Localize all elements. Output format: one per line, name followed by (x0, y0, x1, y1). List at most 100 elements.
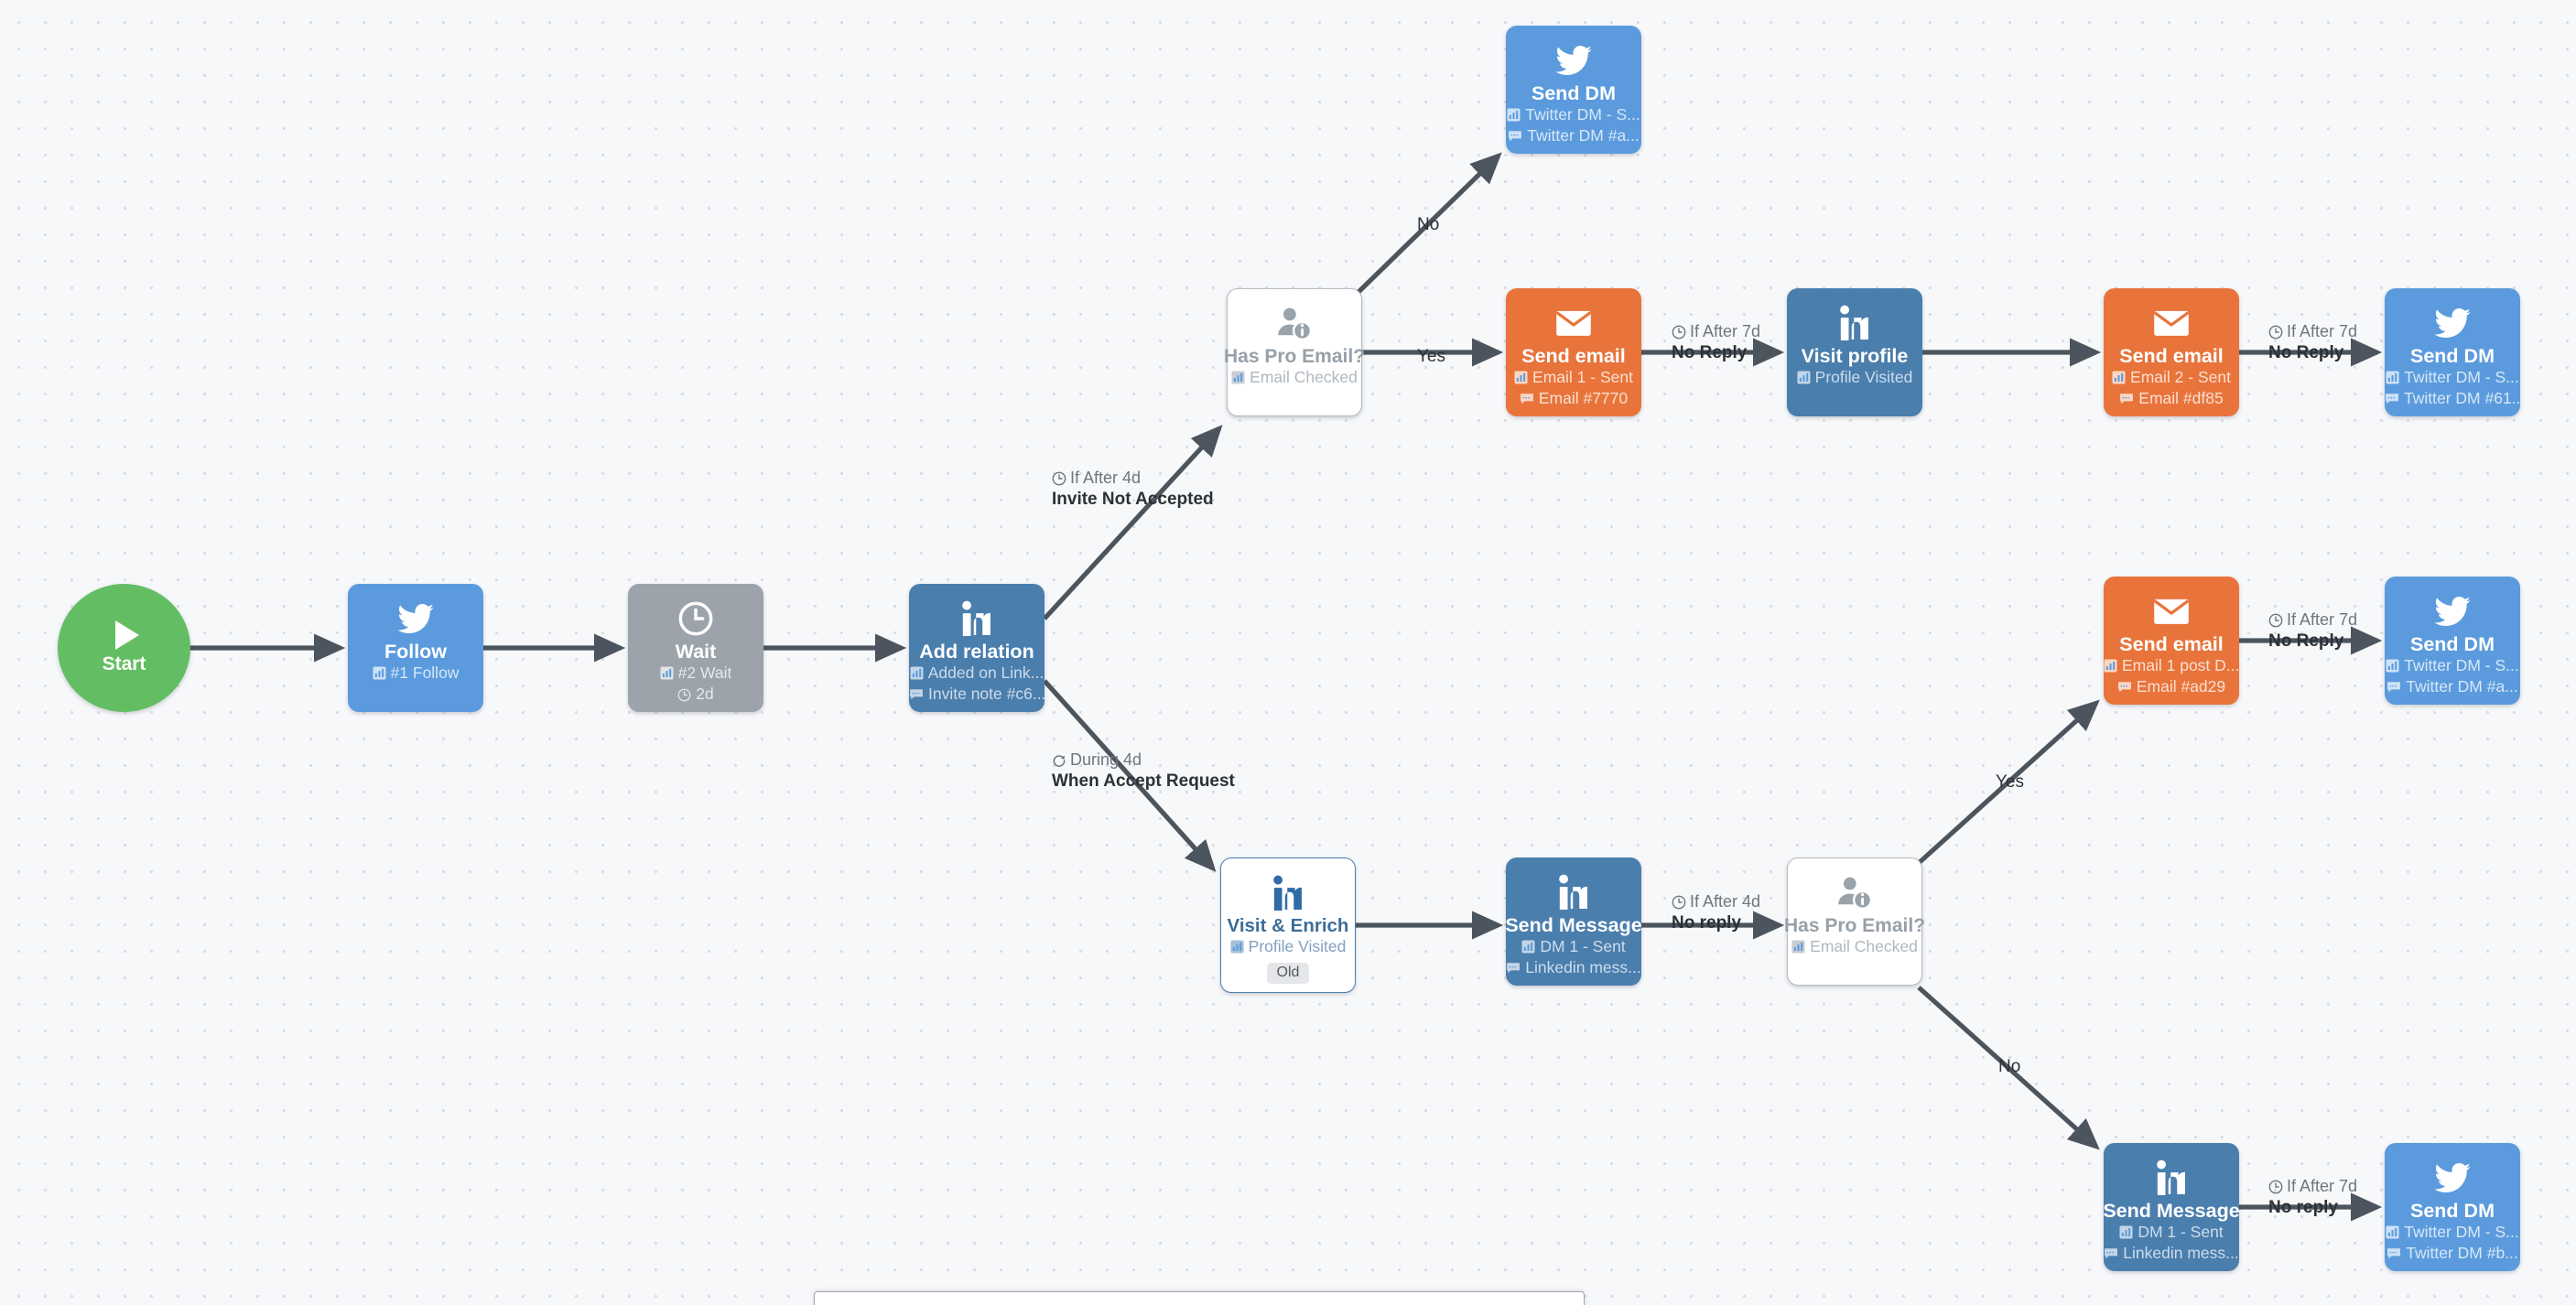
node-subline-text: Email #ad29 (2136, 677, 2226, 696)
stats-icon (1521, 940, 1535, 954)
node-wait[interactable]: Wait #2 Wait 2d (628, 584, 763, 712)
node-subline: Email 2 - Sent (2112, 367, 2231, 389)
node-subline-text: Email Checked (1250, 368, 1358, 387)
node-send-email-1[interactable]: Send email Email 1 - Sent Email #7770 (1506, 288, 1641, 416)
node-subline: Twitter DM #61... (2385, 388, 2520, 410)
play-icon (114, 620, 139, 650)
node-subline-text: Linkedin mess... (2123, 1244, 2239, 1263)
node-subline-text: Twitter DM - S... (2404, 1222, 2519, 1241)
edge-condition: If After 7d (2268, 610, 2357, 631)
stats-icon (1791, 940, 1805, 954)
node-subline-text: Twitter DM #a... (1527, 126, 1640, 146)
node-subline-text: Email 1 - Sent (1532, 367, 1633, 386)
edge-condition: If After 7d (1672, 322, 1760, 342)
node-subline-text: Linkedin mess... (1525, 958, 1641, 977)
node-subline: Twitter DM - S... (2386, 655, 2519, 677)
bottom-toolbar-panel[interactable] (814, 1291, 1585, 1305)
node-subline-text: Twitter DM - S... (2404, 655, 2519, 674)
edge-label-invite-not-accepted: If After 4d Invite Not Accepted (1052, 469, 1214, 510)
edge-label-text: When Accept Request (1052, 771, 1235, 791)
node-subline: Twitter DM - S... (2386, 1222, 2519, 1244)
edge-condition: If After 4d (1052, 469, 1214, 489)
node-subline-text: Twitter DM #61... (2404, 389, 2520, 408)
node-subline: 2d (677, 684, 714, 706)
node-subline-text: Invite note #c6... (928, 685, 1044, 704)
node-title: Send email (2119, 345, 2224, 367)
node-has-pro-email-top[interactable]: Has Pro Email? Email Checked (1223, 288, 1366, 416)
edge-label-no-reply-1: If After 7d No Reply (1672, 322, 1760, 363)
node-subline-text: Added on Link... (927, 663, 1044, 682)
stats-icon (1231, 371, 1245, 384)
node-subline-text: Twitter DM #a... (2406, 677, 2518, 696)
edge-label-no-reply-2: If After 7d No Reply (2268, 322, 2357, 363)
node-subline-text: Twitter DM #b... (2406, 1244, 2518, 1263)
node-send-dm-right-top[interactable]: Send DM Twitter DM - S... Twitter DM #61..… (2385, 288, 2520, 416)
node-title: Send DM (2410, 345, 2495, 367)
linkedin-icon (961, 598, 992, 640)
node-has-pro-email-bottom[interactable]: Has Pro Email? Email Checked (1783, 857, 1926, 986)
node-follow[interactable]: Follow #1 Follow (348, 584, 483, 712)
node-send-dm-right-bottom[interactable]: Send DM Twitter DM - S... Twitter DM #b... (2385, 1143, 2520, 1271)
node-send-email-3[interactable]: Send email Email 1 post D... Email #ad29 (2104, 577, 2239, 705)
message-icon (2387, 1247, 2401, 1260)
edge-addrelation-hasproemail-top (1043, 425, 1223, 620)
node-visit-enrich[interactable]: Visit & Enrich Profile Visited Old (1220, 857, 1356, 993)
edge-label-text: No Reply (2268, 342, 2344, 362)
node-badge: Old (1266, 963, 1310, 985)
node-send-message-mid[interactable]: Send Message DM 1 - Sent Linkedin mess... (1505, 857, 1642, 986)
clock-icon (2268, 613, 2283, 628)
edge-label-cond-no-top: No (1417, 214, 1439, 235)
person-info-icon (1276, 303, 1313, 345)
twitter-icon (2434, 302, 2471, 344)
start-node[interactable]: Start (58, 584, 190, 712)
clock-icon (1672, 325, 1686, 340)
node-subline: Twitter DM #a... (2387, 676, 2518, 698)
edge-condition: During 4d (1052, 750, 1235, 771)
twitter-icon (1555, 39, 1592, 81)
node-subline: Profile Visited (1230, 936, 1346, 958)
clock-icon (1052, 471, 1066, 486)
node-subline-text: Twitter DM - S... (1525, 104, 1640, 124)
node-subline: DM 1 - Sent (1521, 936, 1626, 958)
edge-condition-text: If After 7d (1690, 322, 1761, 340)
edge-label-text: No (1417, 215, 1440, 234)
node-title: Send DM (2410, 1200, 2495, 1222)
edge-condition-text: If After 7d (2287, 1177, 2358, 1195)
node-title: Has Pro Email? (1783, 915, 1926, 936)
node-subline: Invite note #c6... (909, 684, 1044, 706)
twitter-icon (2434, 590, 2471, 632)
node-add-relation[interactable]: Add relation Added on Link... Invite note … (909, 584, 1044, 712)
clock-icon (1672, 895, 1686, 910)
node-visit-profile[interactable]: Visit profile Profile Visited (1787, 288, 1922, 416)
node-subline: Email #7770 (1520, 388, 1628, 410)
edge-label-text: Yes (1996, 772, 2024, 792)
clock-icon (677, 688, 691, 702)
edge-label-text: Invite Not Accepted (1052, 489, 1214, 509)
node-title: Send Message (2103, 1200, 2240, 1222)
clock-icon (677, 598, 714, 640)
edge-label-no-reply-4: If After 7d No Reply (2268, 610, 2357, 652)
edge-condition-text: During 4d (1070, 750, 1142, 769)
edge-condition-text: If After 7d (2287, 610, 2358, 629)
node-subline: Email 1 post D... (2104, 655, 2239, 677)
node-subline-text: Twitter DM - S... (2404, 367, 2519, 386)
edge-label-text: No reply (2268, 1197, 2339, 1217)
node-send-message-bottom[interactable]: Send Message DM 1 - Sent Linkedin mess... (2103, 1143, 2240, 1271)
node-send-email-2[interactable]: Send email Email 2 - Sent Email #df85 (2104, 288, 2239, 416)
start-label: Start (102, 653, 146, 674)
node-subline: Email 1 - Sent (1514, 367, 1633, 389)
message-icon (2119, 393, 2134, 405)
node-subline: #2 Wait (660, 663, 731, 685)
message-icon (1520, 393, 1534, 405)
stats-icon (910, 666, 924, 680)
node-subline-text: DM 1 - Sent (2138, 1222, 2224, 1241)
node-title: Has Pro Email? (1223, 346, 1366, 367)
node-send-dm-right-mid[interactable]: Send DM Twitter DM - S... Twitter DM #a... (2385, 577, 2520, 705)
workflow-canvas[interactable]: Start Follow #1 Follow Wait #2 Wait 2d Add r… (0, 0, 2576, 1305)
node-subline-text: Email 2 - Sent (2130, 367, 2231, 386)
edge-label-text: No reply (1672, 912, 1742, 933)
node-title: Send Message (1505, 914, 1642, 936)
node-title: Wait (675, 641, 717, 663)
edge-label-text: No Reply (2268, 631, 2344, 651)
node-send-dm-top[interactable]: Send DM Twitter DM - S... Twitter DM #a... (1506, 26, 1641, 154)
